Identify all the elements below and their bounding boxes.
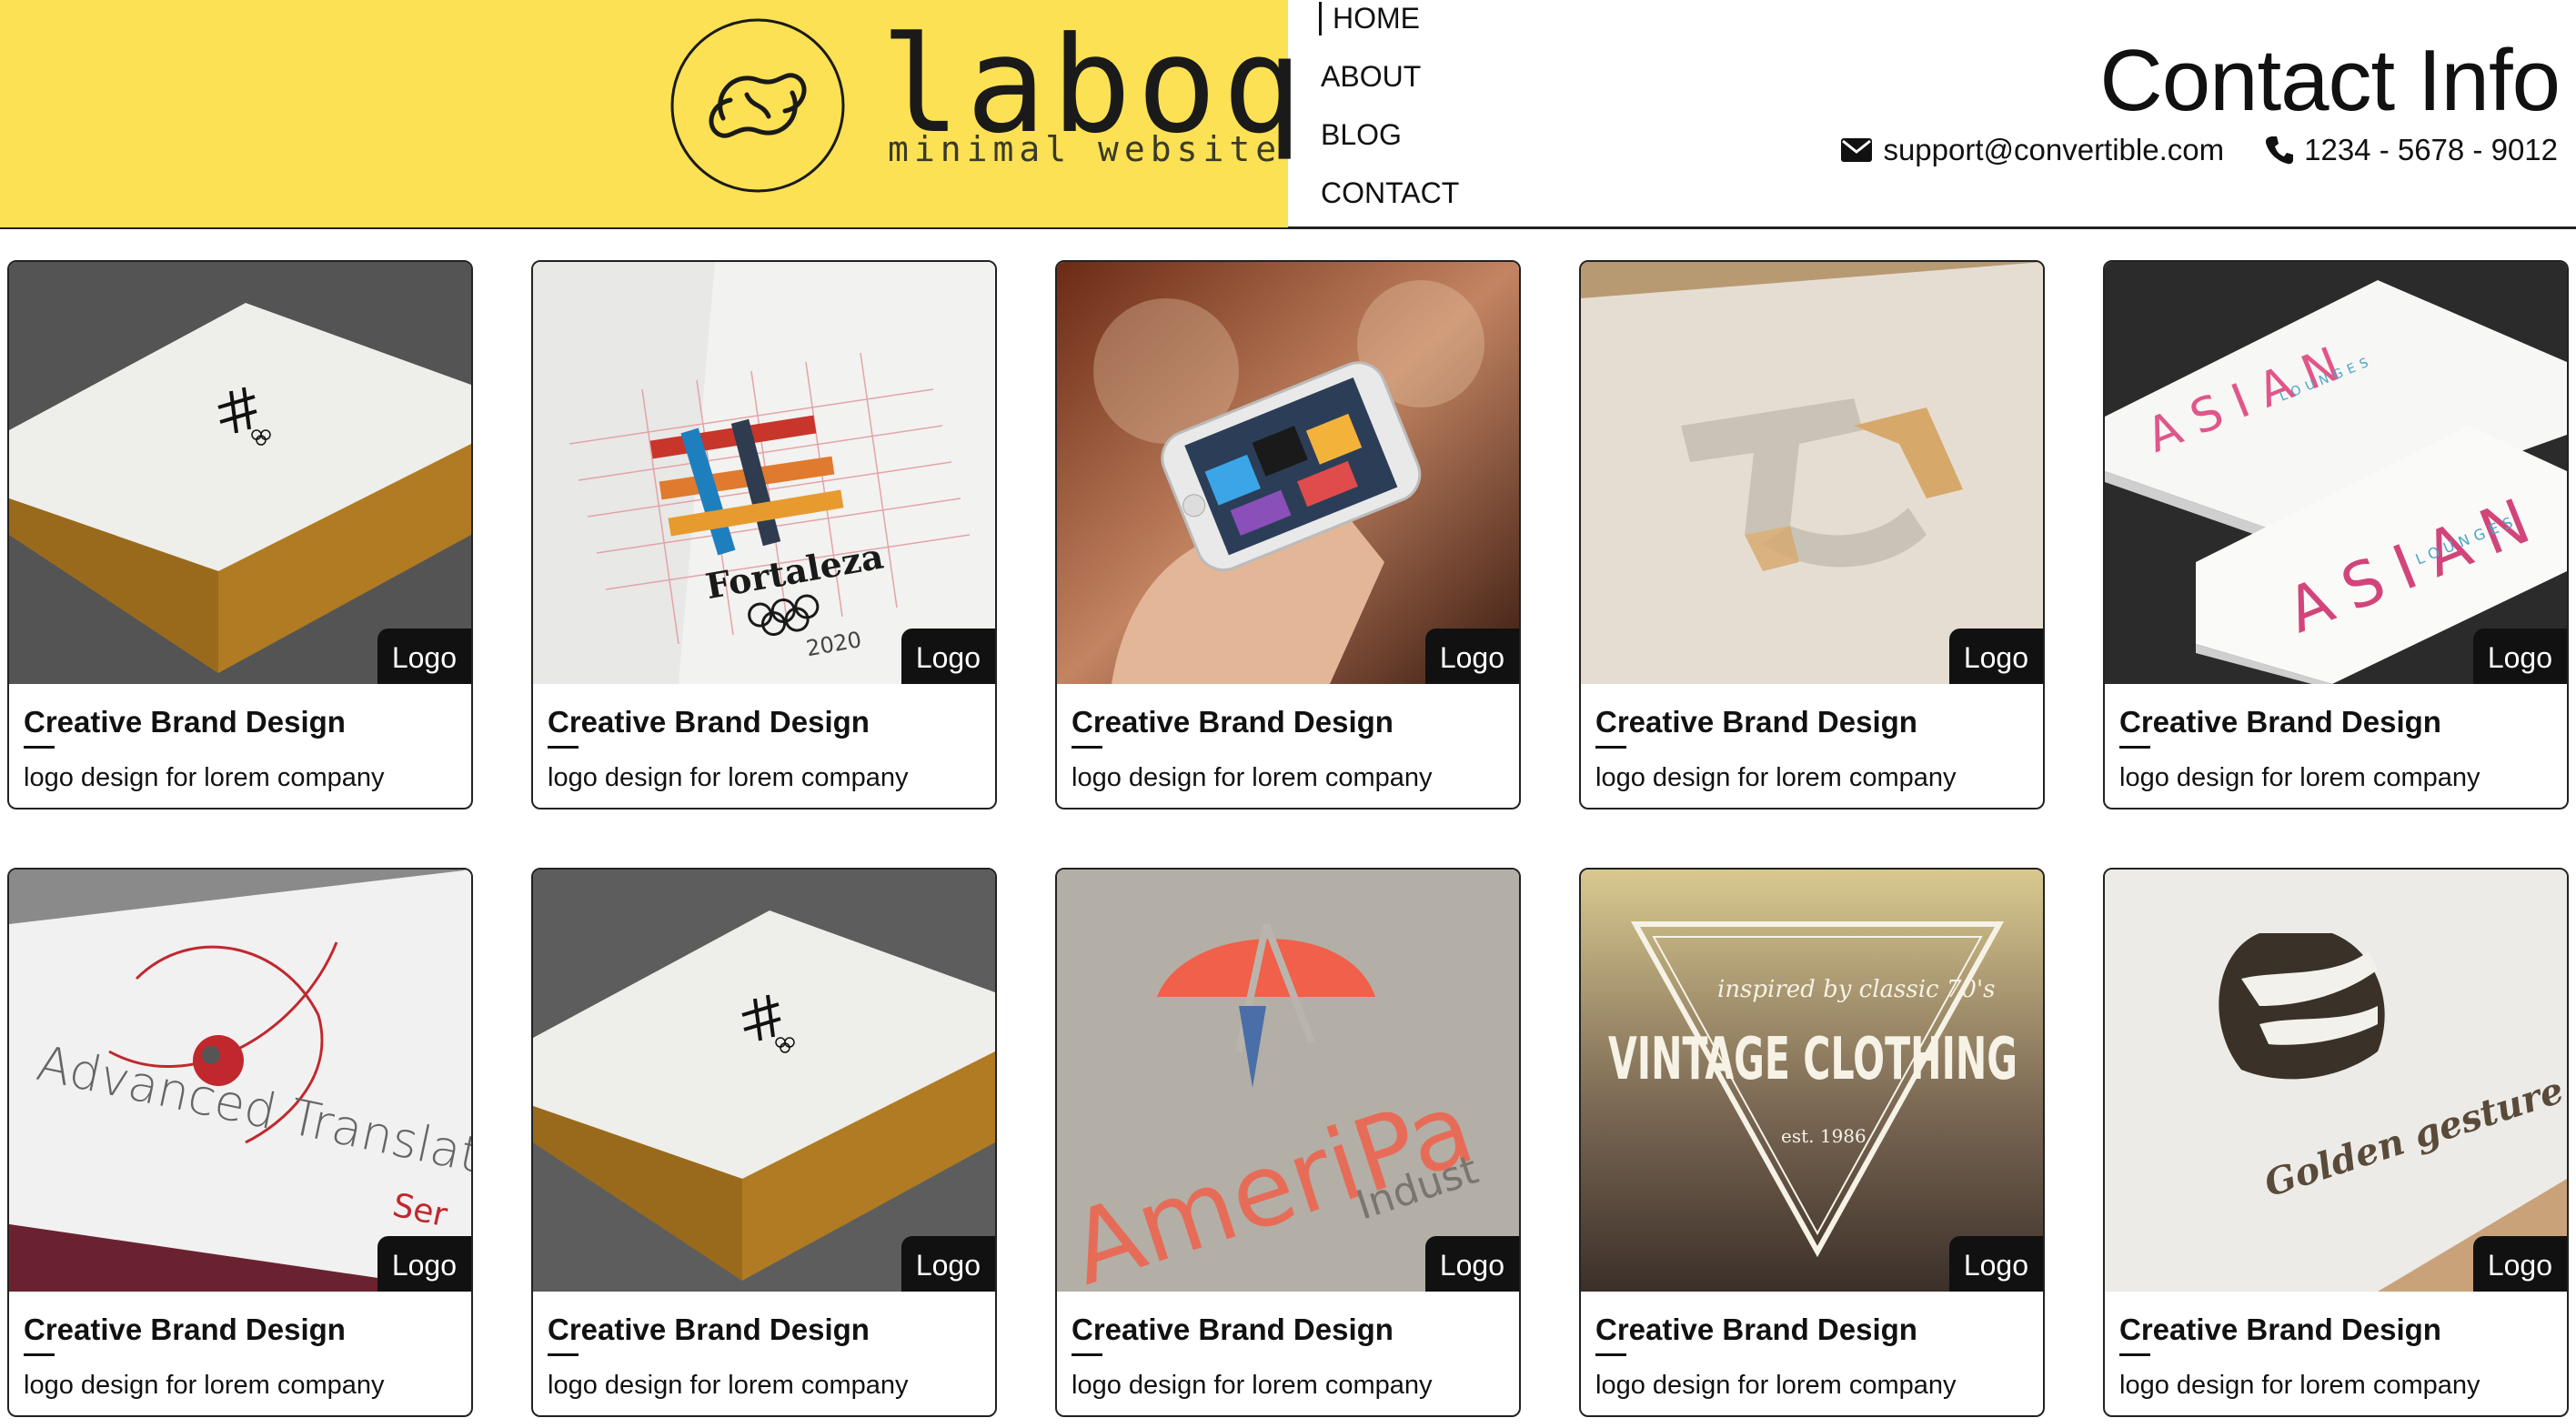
category-tag[interactable]: Logo: [1424, 1236, 1519, 1292]
card-description: logo design for lorem company: [2119, 1371, 2480, 1400]
card-title[interactable]: Creative Brand Design: [1595, 1312, 2028, 1348]
portfolio-thumbnail[interactable]: Golden gesture Logo: [2105, 870, 2567, 1292]
asian-lounges-cards-image: ASIAN LOUNGES ASIAN LOUNGES: [2105, 262, 2567, 684]
card-title[interactable]: Creative Brand Design: [24, 704, 457, 740]
category-tag[interactable]: Logo: [1948, 629, 2043, 684]
portfolio-card[interactable]: Advanced Translat Ser Logo Creative Bran…: [7, 868, 473, 1417]
title-underline: [2119, 1353, 2150, 1356]
portfolio-card[interactable]: Logo Creative Brand Design logo design f…: [7, 260, 473, 810]
card-description: logo design for lorem company: [24, 1371, 385, 1400]
embossed-logo-image: [1581, 262, 2043, 684]
card-title[interactable]: Creative Brand Design: [24, 1312, 457, 1348]
card-description: logo design for lorem company: [1072, 763, 1433, 792]
contact-info-title: Contact Info: [2099, 32, 2561, 129]
category-tag[interactable]: Logo: [1424, 629, 1519, 684]
title-underline: [1072, 746, 1102, 749]
portfolio-thumbnail[interactable]: Logo: [9, 262, 471, 684]
phone-icon: [2266, 136, 2294, 165]
book-cover-image: [533, 870, 995, 1292]
title-underline: [24, 746, 55, 749]
title-underline: [548, 746, 579, 749]
title-underline: [548, 1353, 579, 1356]
title-underline: [2119, 746, 2150, 749]
contact-email[interactable]: support@convertible.com: [1883, 133, 2224, 167]
card-description: logo design for lorem company: [1072, 1371, 1433, 1400]
category-tag[interactable]: Logo: [377, 1236, 471, 1292]
brand-tagline: minimal website: [888, 129, 1283, 169]
portfolio-thumbnail[interactable]: inspired by classic 70's VINTAGE CLOTHIN…: [1581, 870, 2043, 1292]
portfolio-card[interactable]: AmeriPa Indust Logo Creative Brand Desig…: [1055, 868, 1521, 1417]
vintage-clothing-image: inspired by classic 70's VINTAGE CLOTHIN…: [1581, 870, 2043, 1292]
card-description: logo design for lorem company: [24, 763, 385, 792]
brand-panel: laboq minimal website: [0, 0, 1303, 227]
phone-in-hand-image: [1057, 262, 1519, 684]
card-title[interactable]: Creative Brand Design: [2119, 704, 2552, 740]
card-description: logo design for lorem company: [2119, 763, 2480, 792]
category-tag[interactable]: Logo: [901, 629, 995, 684]
card-title[interactable]: Creative Brand Design: [548, 1312, 981, 1348]
envelope-icon: [1841, 138, 1873, 162]
card-title[interactable]: Creative Brand Design: [2119, 1312, 2552, 1348]
nav-item-contact[interactable]: CONTACT: [1321, 176, 1459, 210]
title-underline: [1595, 1353, 1626, 1356]
title-underline: [1595, 746, 1626, 749]
title-underline: [1072, 1353, 1102, 1356]
book-cover-image: [9, 262, 471, 684]
portfolio-card[interactable]: Fortaleza 2020 Logo Creative Brand Desig…: [531, 260, 997, 810]
portfolio-thumbnail[interactable]: ASIAN LOUNGES ASIAN LOUNGES Logo: [2105, 262, 2567, 684]
nav-item-blog[interactable]: BLOG: [1321, 118, 1402, 152]
portfolio-card[interactable]: ASIAN LOUNGES ASIAN LOUNGES Logo Creativ…: [2103, 260, 2569, 810]
nav-item-about[interactable]: ABOUT: [1321, 60, 1421, 94]
card-description: logo design for lorem company: [548, 763, 909, 792]
portfolio-thumbnail[interactable]: Logo: [533, 870, 995, 1292]
card-title[interactable]: Creative Brand Design: [548, 704, 981, 740]
portfolio-card[interactable]: Logo Creative Brand Design logo design f…: [1579, 260, 2045, 810]
portfolio-thumbnail[interactable]: Fortaleza 2020 Logo: [533, 262, 995, 684]
title-underline: [24, 1353, 55, 1356]
category-tag[interactable]: Logo: [2472, 1236, 2567, 1292]
vintage-top-text: inspired by classic 70's: [1717, 976, 1995, 1003]
fortaleza-sketch-image: Fortaleza 2020: [533, 262, 995, 684]
portfolio-thumbnail[interactable]: AmeriPa Indust Logo: [1057, 870, 1519, 1292]
portfolio-card[interactable]: inspired by classic 70's VINTAGE CLOTHIN…: [1579, 868, 2045, 1417]
card-title[interactable]: Creative Brand Design: [1072, 1312, 1504, 1348]
card-title[interactable]: Creative Brand Design: [1072, 704, 1504, 740]
category-tag[interactable]: Logo: [901, 1236, 995, 1292]
portfolio-grid: Logo Creative Brand Design logo design f…: [7, 260, 2569, 1417]
laboq-logo-mark-icon[interactable]: [669, 16, 847, 195]
site-header: laboq minimal website HOME ABOUT BLOG CO…: [0, 0, 2576, 229]
nav-item-home[interactable]: HOME: [1319, 2, 1420, 35]
vintage-main-text: VINTAGE CLOTHING: [1608, 1026, 2018, 1093]
card-description: logo design for lorem company: [548, 1371, 909, 1400]
card-title[interactable]: Creative Brand Design: [1595, 704, 2028, 740]
contact-phone[interactable]: 1234 - 5678 - 9012: [2304, 133, 2558, 167]
golden-gesture-card-image: Golden gesture: [2105, 870, 2567, 1292]
portfolio-card[interactable]: Golden gesture Logo Creative Brand Desig…: [2103, 868, 2569, 1417]
portfolio-card[interactable]: Logo Creative Brand Design logo design f…: [531, 868, 997, 1417]
card-description: logo design for lorem company: [1595, 1371, 1957, 1400]
category-tag[interactable]: Logo: [1948, 1236, 2043, 1292]
advanced-translation-card-image: Advanced Translat Ser: [9, 870, 471, 1292]
portfolio-thumbnail[interactable]: Advanced Translat Ser Logo: [9, 870, 471, 1292]
portfolio-card[interactable]: Logo Creative Brand Design logo design f…: [1055, 260, 1521, 810]
vintage-est-text: est. 1986: [1781, 1125, 1867, 1147]
contact-details: support@convertible.com 1234 - 5678 - 90…: [1841, 133, 2558, 167]
category-tag[interactable]: Logo: [2472, 629, 2567, 684]
category-tag[interactable]: Logo: [377, 629, 471, 684]
portfolio-thumbnail[interactable]: Logo: [1057, 262, 1519, 684]
card-description: logo design for lorem company: [1595, 763, 1957, 792]
portfolio-thumbnail[interactable]: Logo: [1581, 262, 2043, 684]
ameripa-embossed-image: AmeriPa Indust: [1057, 870, 1519, 1292]
